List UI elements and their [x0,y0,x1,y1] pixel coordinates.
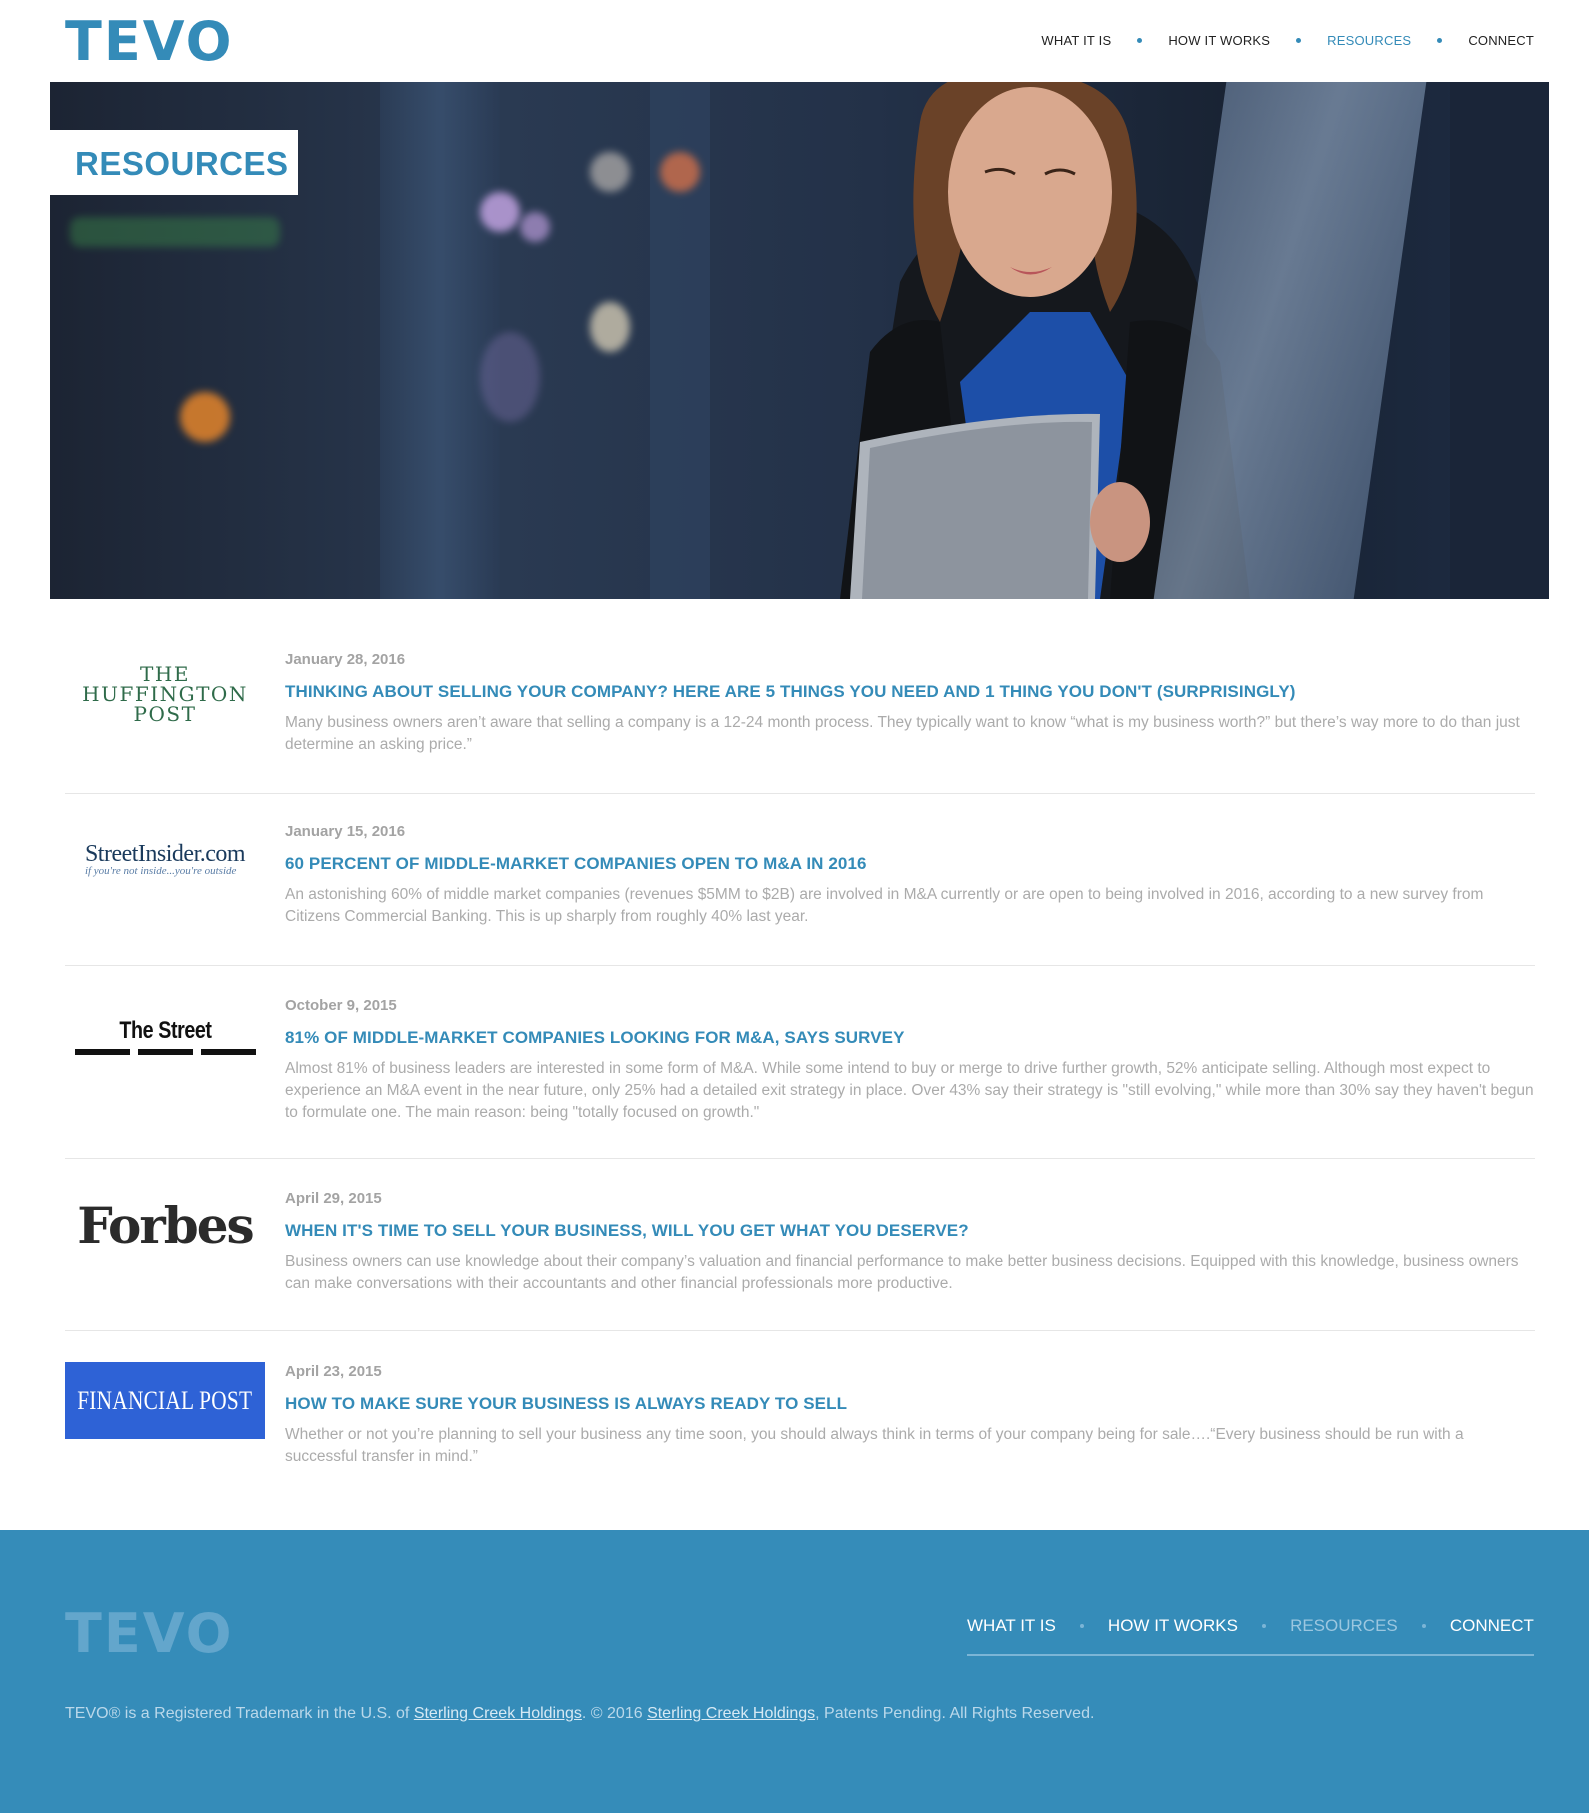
nav-resources[interactable]: RESOURCES [1327,33,1411,48]
article-date: January 15, 2016 [285,823,406,840]
article-title-link[interactable]: 60 PERCENT OF MIDDLE-MARKET COMPANIES OP… [285,854,1535,874]
article-date: April 29, 2015 [285,1190,382,1207]
nav-separator-dot [1296,38,1302,43]
article-date: April 23, 2015 [285,1363,382,1380]
nav-separator-dot [1437,38,1443,43]
background-pillar [380,82,500,599]
page-title: RESOURCES [75,145,289,182]
streetinsider-logo[interactable]: StreetInsider.com if you're not inside..… [65,834,265,884]
footer-nav-how-it-works[interactable]: HOW IT WORKS [1108,1616,1238,1636]
financial-post-logo[interactable]: FINANCIAL POST [65,1362,265,1439]
list-item: Forbes April 29, 2015 WHEN IT'S TIME TO … [65,1159,1535,1331]
article-title-link[interactable]: THINKING ABOUT SELLING YOUR COMPANY? HER… [285,682,1535,702]
footer-nav-what-it-is[interactable]: WHAT IT IS [967,1616,1056,1636]
legal-text: TEVO® is a Registered Trademark in the U… [65,1705,1095,1722]
site-footer: TEVO WHAT IT IS HOW IT WORKS RESOURCES C… [0,1530,1589,1813]
nav-what-it-is[interactable]: WHAT IT IS [1041,33,1111,48]
article-title-link[interactable]: 81% OF MIDDLE-MARKET COMPANIES LOOKING F… [285,1028,1535,1048]
article-excerpt: Business owners can use knowledge about … [285,1253,1519,1292]
main-nav: WHAT IT IS HOW IT WORKS RESOURCES CONNEC… [1041,33,1534,48]
bokeh-light [590,302,630,352]
list-item: The Street October 9, 2015 81% OF MIDDLE… [65,966,1535,1159]
article-excerpt: An astonishing 60% of middle market comp… [285,886,1484,925]
the-street-bars-icon [74,1049,256,1055]
bokeh-light [480,192,520,232]
article-excerpt: Many business owners aren’t aware that s… [285,714,1520,753]
bokeh-light [480,332,540,422]
nav-how-it-works[interactable]: HOW IT WORKS [1168,33,1270,48]
footer-nav-connect[interactable]: CONNECT [1450,1616,1534,1636]
article-date: January 28, 2016 [285,651,406,668]
footer-tevo-logo[interactable]: TEVO [65,1606,233,1662]
site-header: TEVO WHAT IT IS HOW IT WORKS RESOURCES C… [0,0,1589,82]
footer-nav: WHAT IT IS HOW IT WORKS RESOURCES CONNEC… [967,1612,1534,1656]
list-item: StreetInsider.com if you're not inside..… [65,794,1535,966]
nav-connect[interactable]: CONNECT [1468,33,1534,48]
article-excerpt: Almost 81% of business leaders are inter… [285,1060,1534,1121]
sterling-creek-link[interactable]: Sterling Creek Holdings [414,1705,582,1722]
article-title-link[interactable]: WHEN IT'S TIME TO SELL YOUR BUSINESS, WI… [285,1221,1535,1241]
background-pillar [1450,82,1549,599]
sterling-creek-link[interactable]: Sterling Creek Holdings [647,1705,815,1722]
article-date: October 9, 2015 [285,997,397,1014]
the-street-logo[interactable]: The Street [65,1006,265,1066]
list-item: THE HUFFINGTON POST January 28, 2016 THI… [65,625,1535,794]
huffington-post-logo[interactable]: THE HUFFINGTON POST [65,654,265,734]
bokeh-light [660,152,700,192]
nav-separator-dot [1421,1624,1426,1628]
bokeh-light [180,392,230,442]
nav-separator-dot [1137,38,1143,43]
bokeh-light [590,152,630,192]
forbes-logo[interactable]: Forbes [65,1195,265,1255]
bokeh-light [70,217,280,247]
article-excerpt: Whether or not you’re planning to sell y… [285,1426,1464,1465]
tevo-logo[interactable]: TEVO [65,14,233,70]
list-item: FINANCIAL POST April 23, 2015 HOW TO MAK… [65,1331,1535,1503]
nav-separator-dot [1262,1624,1266,1628]
article-title-link[interactable]: HOW TO MAKE SURE YOUR BUSINESS IS ALWAYS… [285,1394,1535,1414]
bokeh-light [520,212,550,242]
nav-separator-dot [1079,1624,1084,1628]
footer-nav-resources[interactable]: RESOURCES [1290,1616,1398,1636]
resources-list: THE HUFFINGTON POST January 28, 2016 THI… [65,625,1535,1503]
